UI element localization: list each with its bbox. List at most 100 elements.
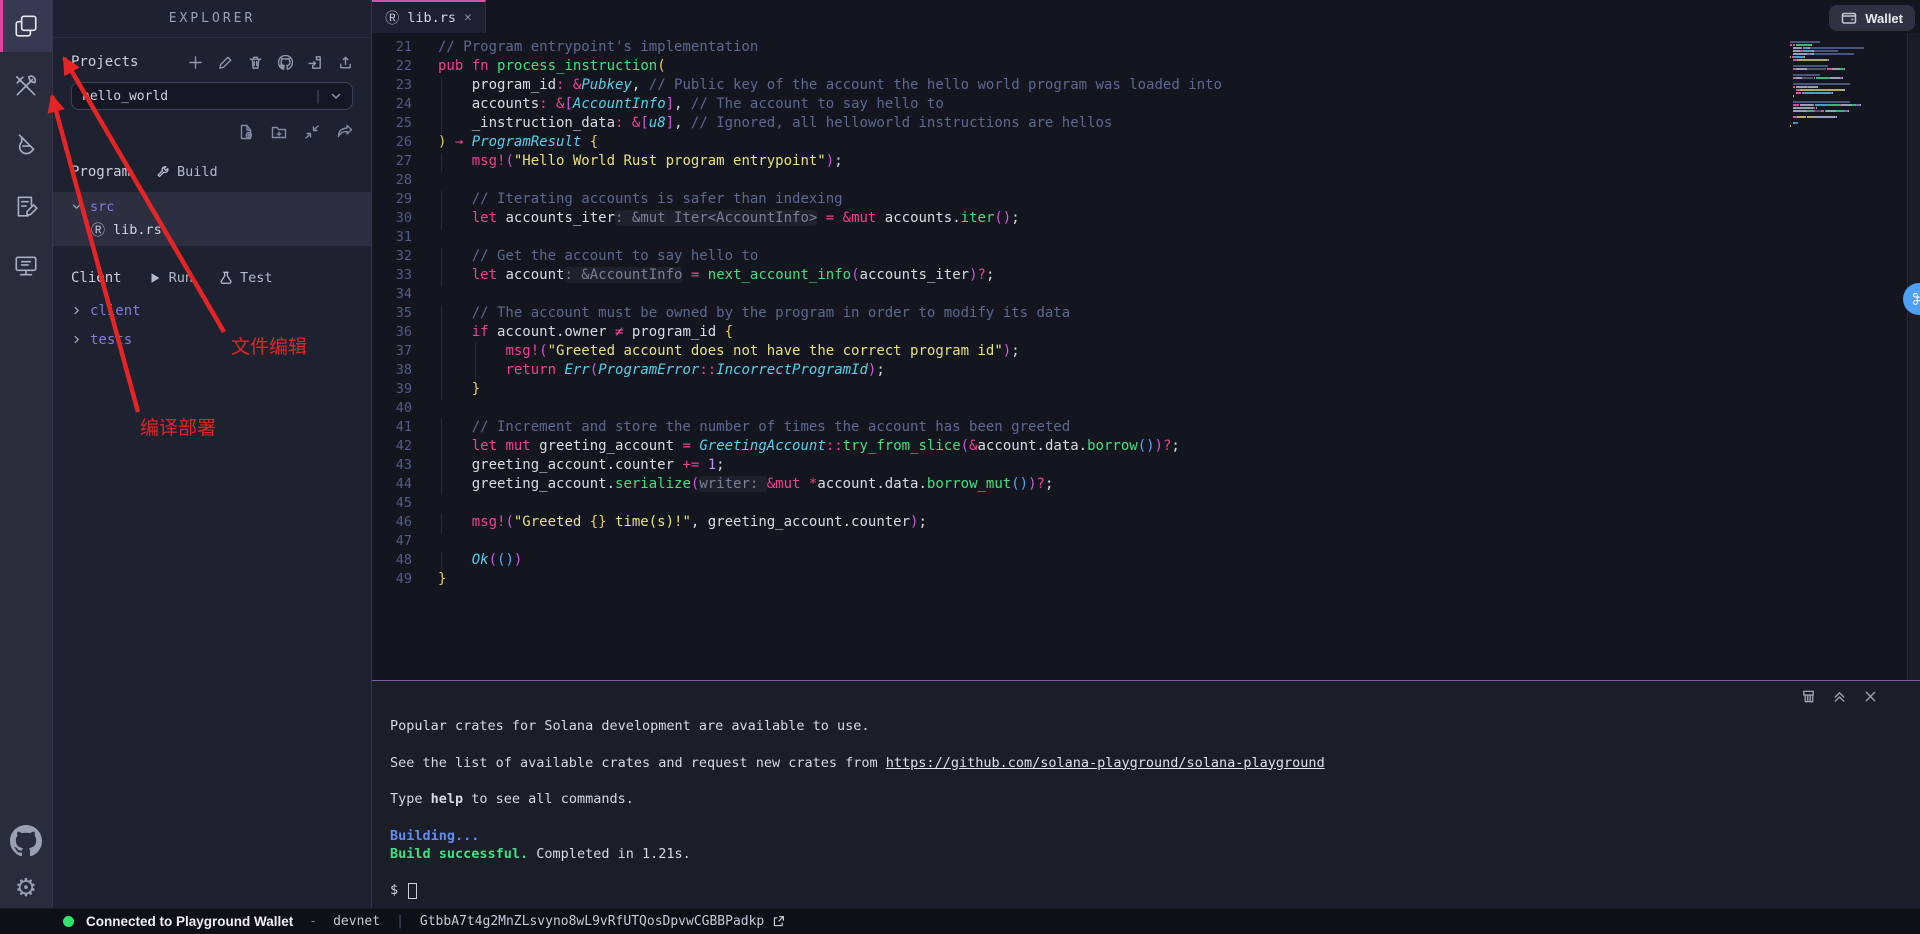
- code-line: 46 msg!("Greeted {} time(s)!", greeting_…: [372, 514, 1920, 533]
- tab-librs[interactable]: Ⓡ lib.rs ✕: [372, 0, 486, 33]
- terminal-line: Type help to see all commands.: [390, 790, 1900, 808]
- activity-item-build-deploy[interactable]: [0, 60, 53, 112]
- terminal-build-result-line: Build successful. Completed in 1.21s.: [390, 845, 1900, 863]
- new-project-icon[interactable]: [188, 55, 203, 70]
- github-button[interactable]: [10, 825, 42, 857]
- document-edit-icon: [13, 193, 39, 219]
- collapse-all-icon[interactable]: [304, 124, 320, 140]
- client-section-label: Client: [71, 270, 122, 286]
- status-dash: -: [309, 914, 317, 929]
- code-line: 43 greeting_account.counter += 1;: [372, 457, 1920, 476]
- folder-name: client: [90, 303, 141, 319]
- code-line: 49}: [372, 571, 1920, 590]
- client-section: Client Run Test: [71, 270, 353, 286]
- settings-button[interactable]: ⚙: [15, 875, 37, 900]
- code-line: 42 let mut greeting_account = GreetingAc…: [372, 438, 1920, 457]
- wallet-button[interactable]: Wallet: [1829, 5, 1915, 31]
- terminal-prompt[interactable]: $: [390, 881, 1900, 899]
- code-line: 31: [372, 229, 1920, 248]
- tree-item-client[interactable]: client: [71, 299, 353, 322]
- status-bar: Connected to Playground Wallet - devnet …: [0, 908, 1920, 934]
- wrench-icon: [156, 165, 170, 179]
- delete-project-icon[interactable]: [248, 55, 263, 70]
- external-link-icon[interactable]: [772, 915, 785, 928]
- command-icon: ⌘: [1911, 290, 1920, 309]
- terminal-line: Popular crates for Solana development ar…: [390, 717, 1900, 735]
- selected-project: hello_world: [82, 89, 314, 104]
- explorer-icon: [13, 13, 39, 39]
- folder-name: tests: [90, 332, 132, 348]
- activity-bar-bottom: ⚙: [10, 825, 42, 900]
- code-line: 44 greeting_account.serialize(writer: &m…: [372, 476, 1920, 495]
- code-line: 25 _instruction_data: &[u8], // Ignored,…: [372, 115, 1920, 134]
- code-line: 21// Program entrypoint's implementation: [372, 39, 1920, 58]
- project-select[interactable]: hello_world |: [71, 82, 353, 110]
- code-line: 45: [372, 495, 1920, 514]
- monitor-icon: [13, 253, 39, 279]
- explorer-sidebar: EXPLORER Projects hello_world |: [53, 0, 372, 908]
- prompt-symbol: $: [390, 881, 398, 899]
- code-line: 28: [372, 172, 1920, 191]
- connection-status-text[interactable]: Connected to Playground Wallet: [86, 914, 293, 929]
- close-terminal-icon[interactable]: [1863, 689, 1878, 704]
- tree-item-librs[interactable]: Ⓡ lib.rs: [91, 218, 353, 241]
- code-line: 41 // Increment and store the number of …: [372, 419, 1920, 438]
- code-line: 34: [372, 286, 1920, 305]
- new-file-icon[interactable]: [238, 124, 254, 140]
- activity-item-test[interactable]: [0, 120, 53, 172]
- github-import-icon[interactable]: [278, 55, 293, 70]
- share-icon[interactable]: [337, 124, 353, 140]
- test-button-label: Test: [240, 270, 273, 286]
- minimap[interactable]: [1790, 41, 1894, 128]
- terminal-output: Popular crates for Solana development ar…: [372, 681, 1920, 900]
- github-repo-link[interactable]: https://github.com/solana-playground/sol…: [886, 755, 1325, 771]
- export-project-icon[interactable]: [338, 55, 353, 70]
- build-button[interactable]: Build: [156, 164, 218, 180]
- connection-status-dot: [63, 916, 74, 927]
- clear-terminal-icon[interactable]: [1801, 689, 1816, 704]
- terminal-panel: Popular crates for Solana development ar…: [372, 680, 1920, 908]
- tree-item-src[interactable]: src: [71, 195, 353, 218]
- sidebar-header: EXPLORER: [53, 0, 371, 38]
- new-folder-icon[interactable]: [271, 124, 287, 140]
- activity-item-tutorials[interactable]: [0, 180, 53, 232]
- test-tube-icon: [13, 133, 39, 159]
- tab-close-icon[interactable]: ✕: [464, 10, 472, 25]
- activity-item-explorer[interactable]: [0, 0, 53, 52]
- cluster-name[interactable]: devnet: [333, 914, 380, 929]
- code-line: 23 program_id: &Pubkey, // Public key of…: [372, 77, 1920, 96]
- test-button[interactable]: Test: [219, 270, 273, 286]
- tree-item-tests[interactable]: tests: [71, 328, 353, 351]
- projects-label: Projects: [71, 54, 138, 70]
- maximize-terminal-icon[interactable]: [1832, 689, 1847, 704]
- code-editor[interactable]: 21// Program entrypoint's implementation…: [372, 33, 1920, 680]
- rust-file-icon: Ⓡ: [385, 8, 399, 28]
- code-line: 37 msg!("Greeted account does not have t…: [372, 343, 1920, 362]
- code-line: 48 Ok(()): [372, 552, 1920, 571]
- code-line: 33 let account: &AccountInfo = next_acco…: [372, 267, 1920, 286]
- tab-bar: Ⓡ lib.rs ✕: [372, 0, 1920, 33]
- run-button[interactable]: Run: [148, 270, 193, 286]
- code-line: 22pub fn process_instruction(: [372, 58, 1920, 77]
- folder-name: src: [90, 199, 114, 215]
- code-line: 26) → ProgramResult {: [372, 134, 1920, 153]
- code-line: 39 }: [372, 381, 1920, 400]
- solana-playground-app: ⚙ EXPLORER Projects hello_world |: [0, 0, 1920, 934]
- code-line: 38 return Err(ProgramError::IncorrectPro…: [372, 362, 1920, 381]
- wallet-icon: [1841, 10, 1857, 26]
- tab-label: lib.rs: [407, 10, 456, 26]
- wallet-address[interactable]: GtbbA7t4g2MnZLsvyno8wL9vRfUTQosDpvwCGBBP…: [420, 914, 764, 929]
- flask-icon: [219, 271, 233, 285]
- code-line: 35 // The account must be owned by the p…: [372, 305, 1920, 324]
- program-section-label: Program: [71, 164, 130, 180]
- import-project-icon[interactable]: [308, 55, 323, 70]
- chevron-right-icon: [71, 305, 82, 316]
- activity-bar: ⚙: [0, 0, 53, 908]
- activity-item-programs[interactable]: [0, 240, 53, 292]
- rust-file-icon: Ⓡ: [91, 220, 105, 240]
- play-icon: [148, 271, 162, 285]
- code-line: 30 let accounts_iter: &mut Iter<AccountI…: [372, 210, 1920, 229]
- wallet-button-label: Wallet: [1865, 11, 1903, 26]
- code-line: 24 accounts: &[AccountInfo], // The acco…: [372, 96, 1920, 115]
- rename-project-icon[interactable]: [218, 55, 233, 70]
